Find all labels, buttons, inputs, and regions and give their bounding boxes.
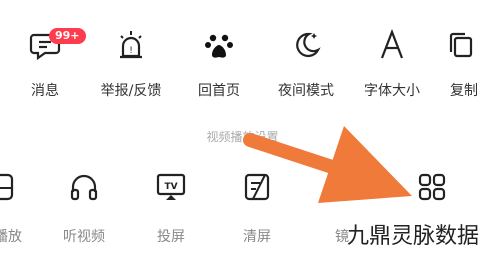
unread-badge: 99+ [49, 28, 86, 44]
report-feedback-label: 举报/反馈 [100, 83, 162, 99]
home-label: 回首页 [198, 83, 240, 99]
font-size-button[interactable]: 字体大小 [352, 20, 432, 108]
svg-text:TV: TV [164, 182, 177, 192]
clear-screen-icon [240, 170, 274, 204]
home-paw-icon [202, 28, 236, 62]
home-button[interactable]: 回首页 [179, 20, 259, 108]
moon-icon [289, 28, 323, 62]
night-mode-label: 夜间模式 [278, 83, 334, 99]
video-settings-section-title: 视频播放设置 [206, 130, 279, 144]
report-feedback-button[interactable]: ! 举报/反馈 [91, 20, 171, 108]
watermark-text: 九鼎灵脉数据 [346, 224, 479, 249]
headphones-icon [67, 170, 101, 204]
report-alarm-icon: ! [114, 28, 148, 62]
copy-button[interactable]: 复制 [445, 20, 485, 108]
tv-cast-icon: TV [154, 170, 188, 204]
messages-label: 消息 [31, 83, 59, 99]
copy-label: 复制 [450, 83, 478, 99]
copy-icon [445, 28, 479, 62]
svg-text:!: ! [129, 46, 133, 56]
play-label: 播放 [0, 229, 22, 245]
listen-video-label: 听视频 [63, 229, 105, 245]
font-size-label: 字体大小 [364, 83, 420, 99]
clear-screen-label: 清屏 [243, 229, 271, 245]
font-size-icon [375, 28, 409, 62]
grid-icon [415, 170, 449, 204]
messages-button[interactable]: 99+ 消息 [5, 20, 86, 108]
listen-video-button[interactable]: 听视频 [44, 162, 124, 250]
menu-top-row: 99+ 消息 ! 举报/反馈 回首页 夜间模式 字体大小 复制 [0, 20, 485, 110]
play-icon [0, 170, 17, 204]
mirror-icon [329, 170, 363, 204]
night-mode-button[interactable]: 夜间模式 [266, 20, 346, 108]
cast-screen-label: 投屏 [157, 229, 185, 245]
play-button[interactable]: 播放 [0, 162, 40, 250]
clear-screen-button[interactable]: 清屏 [217, 162, 297, 250]
cast-screen-button[interactable]: TV 投屏 [131, 162, 211, 250]
